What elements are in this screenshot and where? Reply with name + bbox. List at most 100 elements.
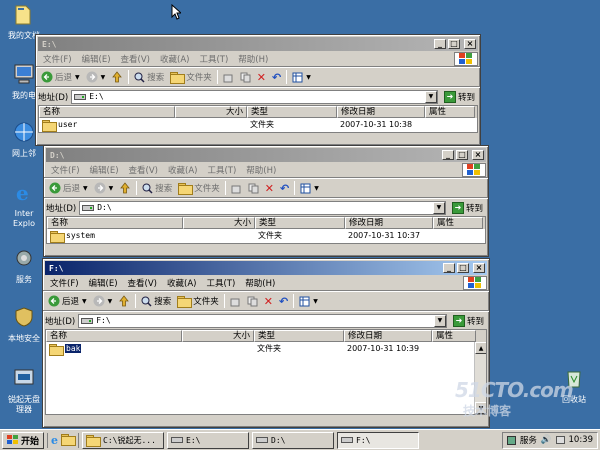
column-header-name[interactable]: 名称 bbox=[46, 330, 182, 342]
taskbar-item-f[interactable]: F:\ bbox=[337, 431, 420, 449]
network-tray-icon[interactable] bbox=[555, 436, 565, 444]
column-header-size[interactable]: 大小 bbox=[183, 217, 255, 229]
maximize-button[interactable]: □ bbox=[456, 150, 468, 160]
search-button[interactable]: 搜索 bbox=[131, 68, 167, 86]
clock[interactable]: 10:39 bbox=[569, 435, 594, 445]
file-row[interactable]: bak 文件夹 2007-10-31 10:39 bbox=[46, 342, 486, 356]
go-button[interactable]: ➜ 转到 bbox=[449, 201, 486, 214]
menu-tools[interactable]: 工具(T) bbox=[202, 164, 241, 176]
address-dropdown-button[interactable]: ▼ bbox=[432, 201, 445, 214]
column-header-type[interactable]: 类型 bbox=[254, 330, 344, 342]
menu-help[interactable]: 帮助(H) bbox=[233, 53, 273, 65]
file-row[interactable]: user 文件夹 2007-10-31 10:38 bbox=[39, 118, 477, 132]
move-to-button[interactable] bbox=[220, 68, 237, 86]
title-bar[interactable]: D:\ _ □ × bbox=[46, 148, 486, 162]
column-header-size[interactable]: 大小 bbox=[182, 330, 254, 342]
taskbar-item-e[interactable]: E:\ bbox=[167, 431, 250, 449]
delete-button[interactable]: ✕ bbox=[254, 68, 269, 86]
search-button[interactable]: 搜索 bbox=[138, 292, 174, 310]
up-folder-button[interactable] bbox=[116, 179, 134, 197]
menu-file[interactable]: 文件(F) bbox=[38, 53, 77, 65]
start-button[interactable]: 开始 bbox=[2, 431, 45, 449]
folders-button[interactable]: 文件夹 bbox=[174, 292, 222, 310]
menu-view[interactable]: 查看(V) bbox=[116, 53, 155, 65]
copy-to-button[interactable] bbox=[245, 179, 262, 197]
menu-tools[interactable]: 工具(T) bbox=[201, 277, 240, 289]
desktop-icon-services[interactable]: 服务 bbox=[2, 246, 46, 285]
undo-button[interactable]: ↶ bbox=[269, 68, 284, 86]
views-button[interactable]: ▼ bbox=[289, 68, 314, 86]
column-header-type[interactable]: 类型 bbox=[255, 217, 345, 229]
column-header-modified[interactable]: 修改日期 bbox=[345, 217, 433, 229]
file-list[interactable]: 名称 大小 类型 修改日期 属性 system 文件夹 2007-10-31 1… bbox=[46, 216, 486, 244]
column-header-modified[interactable]: 修改日期 bbox=[344, 330, 432, 342]
menu-file[interactable]: 文件(F) bbox=[45, 277, 84, 289]
column-header-attributes[interactable]: 属性 bbox=[432, 330, 476, 342]
forward-button[interactable]: ▼ bbox=[90, 292, 116, 310]
column-header-modified[interactable]: 修改日期 bbox=[337, 106, 425, 118]
minimize-button[interactable]: _ bbox=[442, 150, 454, 160]
up-folder-button[interactable] bbox=[115, 292, 133, 310]
ie-quicklaunch-icon[interactable]: e bbox=[51, 434, 58, 447]
close-button[interactable]: × bbox=[464, 39, 476, 49]
title-bar[interactable]: E:\ _ □ × bbox=[38, 37, 478, 51]
menu-help[interactable]: 帮助(H) bbox=[241, 164, 281, 176]
tray-service-label[interactable]: 服务 bbox=[520, 434, 537, 446]
menu-view[interactable]: 查看(V) bbox=[124, 164, 163, 176]
volume-icon[interactable]: 🔊 bbox=[541, 435, 552, 445]
menu-edit[interactable]: 编辑(E) bbox=[84, 277, 123, 289]
menu-favorites[interactable]: 收藏(A) bbox=[162, 277, 201, 289]
explorer-window-f[interactable]: F:\ _ □ × 文件(F) 编辑(E) 查看(V) 收藏(A) 工具(T) … bbox=[42, 258, 490, 428]
back-button[interactable]: 后退 ▼ bbox=[46, 179, 91, 197]
folders-button[interactable]: 文件夹 bbox=[175, 179, 223, 197]
tray-service-icon[interactable] bbox=[506, 435, 516, 445]
menu-edit[interactable]: 编辑(E) bbox=[85, 164, 124, 176]
go-button[interactable]: ➜ 转到 bbox=[450, 314, 487, 327]
address-input[interactable]: E:\ ▼ bbox=[71, 89, 438, 104]
desktop-icon-richtx-manager[interactable]: 锐起无盘 理器 bbox=[2, 366, 46, 415]
file-row[interactable]: system 文件夹 2007-10-31 10:37 bbox=[47, 229, 485, 243]
menu-file[interactable]: 文件(F) bbox=[46, 164, 85, 176]
undo-button[interactable]: ↶ bbox=[277, 179, 292, 197]
column-header-size[interactable]: 大小 bbox=[175, 106, 247, 118]
minimize-button[interactable]: _ bbox=[434, 39, 446, 49]
column-header-attributes[interactable]: 属性 bbox=[425, 106, 475, 118]
go-button[interactable]: ➜ 转到 bbox=[441, 90, 478, 103]
back-button[interactable]: 后退 ▼ bbox=[38, 68, 83, 86]
column-header-type[interactable]: 类型 bbox=[247, 106, 337, 118]
menu-favorites[interactable]: 收藏(A) bbox=[163, 164, 202, 176]
column-header-attributes[interactable]: 属性 bbox=[433, 217, 483, 229]
taskbar-item-richtx[interactable]: C:\锐起无... bbox=[82, 431, 165, 449]
desktop-icon-local-security[interactable]: 本地安全 bbox=[2, 305, 46, 344]
file-list[interactable]: 名称 大小 类型 修改日期 属性 bak 文件夹 2007-10-31 10:3… bbox=[45, 329, 487, 415]
copy-to-button[interactable] bbox=[244, 292, 261, 310]
undo-button[interactable]: ↶ bbox=[276, 292, 291, 310]
explorer-window-d[interactable]: D:\ _ □ × 文件(F) 编辑(E) 查看(V) 收藏(A) 工具(T) … bbox=[43, 145, 489, 257]
copy-to-button[interactable] bbox=[237, 68, 254, 86]
explorer-window-e[interactable]: E:\ _ □ × 文件(F) 编辑(E) 查看(V) 收藏(A) 工具(T) … bbox=[35, 34, 481, 146]
address-input[interactable]: D:\ ▼ bbox=[79, 200, 446, 215]
address-dropdown-button[interactable]: ▼ bbox=[433, 314, 446, 327]
scroll-up-button[interactable]: ▲ bbox=[475, 342, 486, 354]
up-folder-button[interactable] bbox=[108, 68, 126, 86]
menu-tools[interactable]: 工具(T) bbox=[194, 53, 233, 65]
delete-button[interactable]: ✕ bbox=[262, 179, 277, 197]
menu-edit[interactable]: 编辑(E) bbox=[77, 53, 116, 65]
menu-help[interactable]: 帮助(H) bbox=[240, 277, 280, 289]
explorer-quicklaunch-icon[interactable] bbox=[61, 433, 77, 447]
close-button[interactable]: × bbox=[473, 263, 485, 273]
close-button[interactable]: × bbox=[472, 150, 484, 160]
forward-button[interactable]: ▼ bbox=[83, 68, 109, 86]
move-to-button[interactable] bbox=[227, 292, 244, 310]
search-button[interactable]: 搜索 bbox=[139, 179, 175, 197]
minimize-button[interactable]: _ bbox=[443, 263, 455, 273]
folders-button[interactable]: 文件夹 bbox=[167, 68, 215, 86]
menu-view[interactable]: 查看(V) bbox=[123, 277, 162, 289]
desktop-icon-internet-explorer[interactable]: e Inter Explo bbox=[2, 180, 46, 229]
address-input[interactable]: F:\ ▼ bbox=[78, 313, 447, 328]
column-header-name[interactable]: 名称 bbox=[39, 106, 175, 118]
title-bar[interactable]: F:\ _ □ × bbox=[45, 261, 487, 275]
maximize-button[interactable]: □ bbox=[457, 263, 469, 273]
file-list[interactable]: 名称 大小 类型 修改日期 属性 user 文件夹 2007-10-31 10:… bbox=[38, 105, 478, 133]
forward-button[interactable]: ▼ bbox=[91, 179, 117, 197]
